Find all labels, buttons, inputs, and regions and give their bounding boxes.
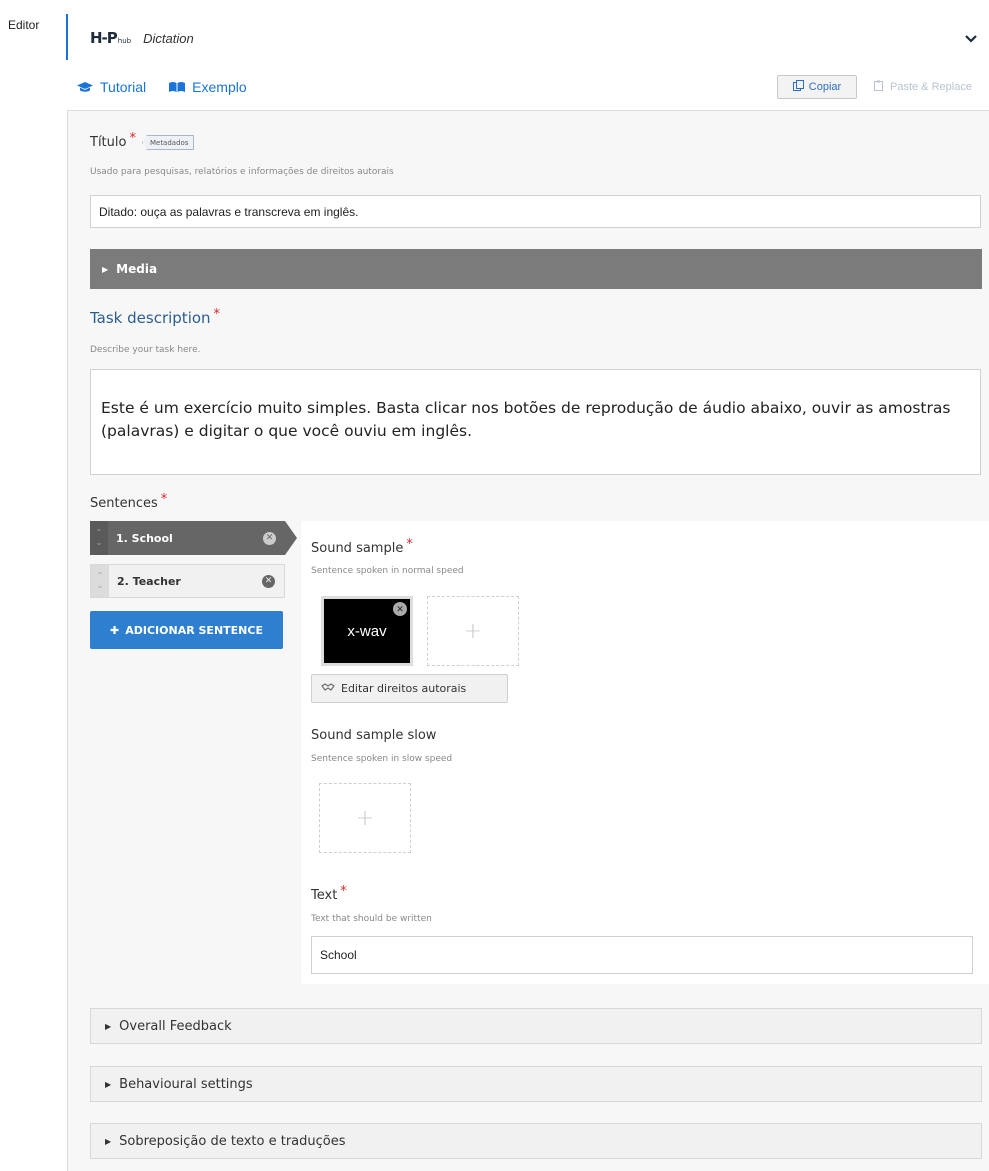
remove-icon[interactable]: ✕ bbox=[262, 574, 275, 588]
arrow-up-icon: ⌃ bbox=[95, 528, 103, 537]
tutorial-label: Tutorial bbox=[100, 79, 147, 95]
plus-icon: ✚ bbox=[110, 623, 120, 637]
active-pointer bbox=[285, 521, 297, 555]
h5p-hub-logo: H-P hub bbox=[90, 29, 131, 47]
metadata-button[interactable]: Metadados bbox=[141, 135, 195, 150]
task-description-hint: Describe your task here. bbox=[90, 345, 201, 355]
edit-copyright-label: Editar direitos autorais bbox=[341, 682, 467, 695]
copy-icon bbox=[792, 80, 804, 94]
media-label: Media bbox=[116, 262, 158, 276]
logo-main: H-P bbox=[90, 29, 118, 47]
arrow-down-icon: ⌄ bbox=[95, 538, 103, 547]
title-description: Usado para pesquisas, relatórios e infor… bbox=[90, 167, 394, 177]
media-section-toggle[interactable]: ▶ Media bbox=[90, 249, 982, 289]
logo-sub: hub bbox=[117, 37, 132, 45]
sentence-item-school[interactable]: ⌃ ⌄ 1. School ✕ bbox=[90, 521, 285, 555]
task-description-label-row: Task description * bbox=[90, 306, 221, 328]
add-sentence-button[interactable]: ✚ ADICIONAR SENTENCE bbox=[90, 611, 283, 649]
text-label: Text bbox=[311, 888, 338, 903]
sentences-label: Sentences bbox=[90, 496, 158, 511]
book-icon bbox=[168, 81, 186, 93]
sound-sample-label-row: Sound sample * bbox=[311, 537, 413, 556]
remove-icon[interactable]: ✕ bbox=[263, 531, 276, 545]
required-marker: * bbox=[406, 537, 413, 552]
required-marker: * bbox=[340, 884, 347, 899]
sentence-editor-panel: Sound sample * Sentence spoken in normal… bbox=[301, 521, 989, 984]
required-marker: * bbox=[213, 306, 221, 322]
task-description-label: Task description bbox=[90, 309, 211, 327]
add-slow-sample-button[interactable]: + bbox=[319, 783, 411, 853]
audio-file-type: x-wav bbox=[347, 622, 387, 640]
chevron-down-icon[interactable] bbox=[964, 30, 978, 43]
paste-replace-button[interactable]: Paste & Replace bbox=[865, 75, 989, 99]
remove-file-icon[interactable]: ✕ bbox=[393, 602, 407, 616]
audio-file-thumbnail[interactable]: x-wav ✕ bbox=[321, 596, 413, 666]
sentence-item-teacher[interactable]: ⌃ ⌄ 2. Teacher ✕ bbox=[90, 564, 285, 598]
copy-button[interactable]: Copiar bbox=[777, 75, 857, 99]
title-label: Título bbox=[90, 135, 127, 150]
sound-sample-slow-label: Sound sample slow bbox=[311, 728, 437, 743]
required-marker: * bbox=[160, 492, 168, 507]
accordion-label: Overall Feedback bbox=[119, 1018, 232, 1034]
overall-feedback-toggle[interactable]: ▶ Overall Feedback bbox=[90, 1008, 982, 1044]
caret-right-icon: ▶ bbox=[105, 1079, 112, 1089]
library-name: Dictation bbox=[143, 30, 194, 46]
help-links: Tutorial Exemplo bbox=[76, 79, 247, 95]
caret-right-icon: ▶ bbox=[102, 264, 109, 274]
caret-right-icon: ▶ bbox=[105, 1136, 112, 1146]
edit-copyright-button[interactable]: Editar direitos autorais bbox=[311, 674, 508, 703]
paste-icon bbox=[874, 80, 885, 94]
sentence-item-label: 1. School bbox=[116, 531, 173, 545]
text-description: Text that should be written bbox=[311, 914, 432, 924]
caret-right-icon: ▶ bbox=[105, 1021, 112, 1031]
content-form: Título * Metadados Usado para pesquisas,… bbox=[67, 110, 989, 1171]
reorder-handle[interactable]: ⌃ ⌄ bbox=[90, 521, 108, 555]
library-header[interactable]: H-P hub Dictation bbox=[90, 27, 194, 49]
sentence-text-input[interactable]: School bbox=[311, 936, 973, 974]
accordion-label: Sobreposição de texto e traduções bbox=[119, 1133, 346, 1149]
graduation-cap-icon bbox=[76, 81, 94, 93]
accordion-label: Behavioural settings bbox=[119, 1076, 253, 1092]
required-marker: * bbox=[129, 131, 136, 146]
reorder-handle[interactable]: ⌃ ⌄ bbox=[91, 565, 109, 597]
example-label: Exemplo bbox=[192, 79, 247, 95]
add-sentence-label: ADICIONAR SENTENCE bbox=[125, 623, 263, 637]
example-link[interactable]: Exemplo bbox=[168, 79, 247, 95]
title-label-row: Título * Metadados bbox=[90, 131, 195, 150]
editor-label: Editor bbox=[8, 18, 40, 32]
sound-sample-description: Sentence spoken in normal speed bbox=[311, 566, 464, 576]
paste-replace-label: Paste & Replace bbox=[890, 81, 972, 93]
arrow-up-icon: ⌃ bbox=[96, 571, 104, 580]
title-input[interactable]: Ditado: ouça as palavras e transcreva em… bbox=[90, 195, 981, 228]
sound-sample-label: Sound sample bbox=[311, 541, 404, 556]
text-overrides-toggle[interactable]: ▶ Sobreposição de texto e traduções bbox=[90, 1123, 982, 1159]
task-description-editor[interactable]: Este é um exercício muito simples. Basta… bbox=[90, 369, 981, 475]
behavioural-settings-toggle[interactable]: ▶ Behavioural settings bbox=[90, 1066, 982, 1102]
text-label-row: Text * bbox=[311, 884, 347, 903]
arrow-down-icon: ⌄ bbox=[96, 581, 104, 590]
tutorial-link[interactable]: Tutorial bbox=[76, 79, 146, 95]
editor-divider bbox=[66, 14, 68, 60]
sentence-item-label: 2. Teacher bbox=[117, 574, 181, 588]
add-sound-sample-button[interactable]: + bbox=[427, 596, 519, 666]
sound-sample-slow-description: Sentence spoken in slow speed bbox=[311, 754, 453, 764]
handshake-icon bbox=[321, 682, 335, 695]
copy-label: Copiar bbox=[808, 81, 842, 93]
sentences-label-row: Sentences * bbox=[90, 492, 167, 511]
